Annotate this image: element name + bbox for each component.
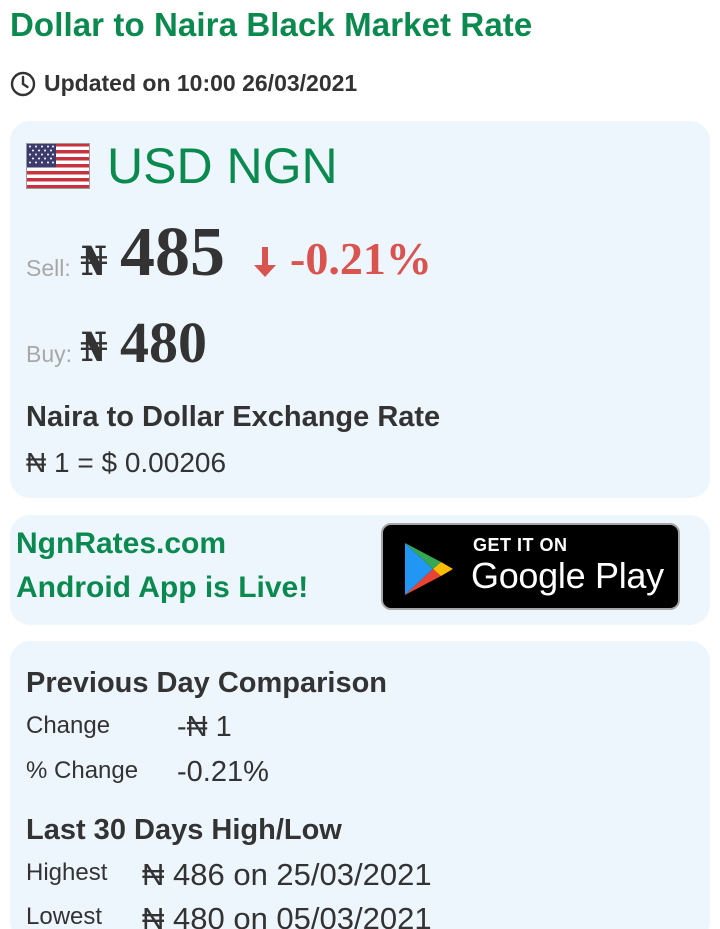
google-play-caption: GET IT ON [473, 535, 568, 555]
currency-pair: USD NGN [107, 138, 338, 194]
naira-symbol: ₦ [80, 238, 108, 285]
updated-text: Updated on 10:00 26/03/2021 [44, 70, 358, 96]
buy-rate: 480 [120, 310, 207, 375]
google-play-button[interactable]: GET IT ON Google Play [381, 523, 680, 610]
change-value: -₦ 1 [177, 711, 232, 743]
highest-value: ₦ 486 on 25/03/2021 [142, 857, 432, 892]
highlow-heading: Last 30 Days High/Low [26, 814, 342, 846]
buy-label: Buy: [26, 341, 73, 367]
arrow-down-icon [254, 247, 276, 277]
page-title: Dollar to Naira Black Market Rate [10, 6, 533, 43]
rate-card: USD NGN Sell: ₦ 485 -0.21% Buy: ₦ 480 Na… [10, 121, 710, 498]
change-label: Change [26, 712, 111, 739]
google-play-logo-icon [405, 543, 453, 595]
highest-label: Highest [26, 859, 108, 886]
app-promo-card: NgnRates.com Android App is Live! GET IT… [10, 515, 710, 625]
sell-change-percent: -0.21% [290, 233, 432, 284]
us-flag-icon [26, 143, 90, 189]
clock-icon [10, 71, 36, 96]
lowest-value: ₦ 480 on 05/03/2021 [142, 901, 432, 929]
sell-label: Sell: [26, 255, 71, 281]
google-play-label: Google Play [471, 555, 664, 596]
conversion-value: ₦ 1 = $ 0.00206 [26, 447, 227, 478]
pct-change-label: % Change [26, 757, 139, 784]
app-promo-site[interactable]: NgnRates.com [16, 527, 226, 561]
naira-symbol: ₦ [80, 324, 108, 371]
pct-change-value: -0.21% [177, 756, 269, 788]
lowest-label: Lowest [26, 903, 103, 929]
stats-card: Previous Day Comparison Change -₦ 1 % Ch… [10, 641, 710, 929]
sell-rate: 485 [120, 214, 225, 291]
app-promo-text[interactable]: Android App is Live! [16, 571, 308, 605]
conversion-heading: Naira to Dollar Exchange Rate [26, 401, 441, 433]
updated-timestamp: Updated on 10:00 26/03/2021 [10, 70, 357, 97]
comparison-heading: Previous Day Comparison [26, 667, 387, 699]
